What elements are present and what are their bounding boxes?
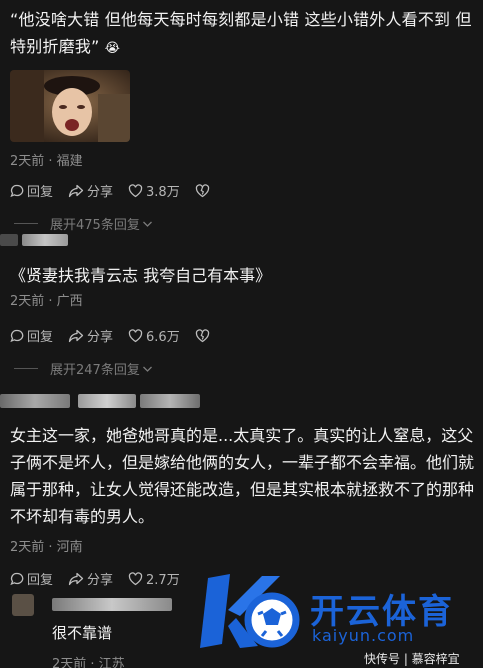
comment-item: 女主这一家，她爸她哥真的是...太真实了。真实的让人窒息，这父子俩不是坏人，但是…	[0, 386, 483, 588]
divider-line	[14, 368, 38, 369]
chevron-down-icon	[142, 366, 152, 372]
brand-site: kaiyun.com	[312, 626, 415, 645]
expand-replies-button[interactable]: 展开247条回复	[0, 359, 483, 378]
comment-meta: 2天前 · 广西	[10, 294, 83, 309]
blurred-name	[140, 394, 200, 408]
reply-icon	[10, 572, 24, 585]
blurred-avatar	[12, 594, 34, 616]
reply-button[interactable]: 回复	[10, 326, 53, 345]
comment-meta: 2天前 · 福建	[10, 154, 83, 169]
comment-meta: 2天前 · 河南	[10, 540, 83, 555]
watermark: 开云体育 kaiyun.com 快传号 | 慕容梓宜	[200, 566, 480, 668]
comment-item: 《贤妻扶我青云志 我夸自己有本事》 2天前 · 广西 回复 分享 6.6万 展开…	[0, 228, 483, 378]
username-blurred	[0, 228, 483, 248]
reply-icon	[10, 184, 24, 197]
username-blurred	[0, 386, 483, 408]
share-icon	[68, 184, 84, 197]
heart-icon	[128, 183, 143, 197]
heart-icon	[128, 571, 143, 585]
divider-line	[14, 223, 38, 224]
crying-emoji: 😭	[104, 41, 121, 56]
share-icon	[68, 572, 84, 585]
broken-heart-icon	[195, 328, 209, 342]
like-button[interactable]: 2.7万	[128, 569, 180, 588]
comment-actions: 回复 分享 6.6万	[0, 326, 483, 345]
blurred-name	[52, 598, 172, 611]
heart-icon	[128, 328, 143, 342]
comment-image[interactable]	[10, 70, 130, 142]
broken-heart-icon	[195, 183, 209, 197]
comment-item: “他没啥大错 但他每天每时每刻都是小错 这些小错外人看不到 但特别折磨我” 😭	[0, 0, 483, 233]
reply-button[interactable]: 回复	[10, 181, 53, 200]
blurred-avatar	[0, 394, 70, 408]
chevron-down-icon	[142, 221, 152, 227]
source-credit: 快传号 | 慕容梓宜	[364, 652, 460, 666]
share-button[interactable]: 分享	[68, 326, 113, 345]
blurred-name	[78, 394, 136, 408]
comment-text: “他没啥大错 但他每天每时每刻都是小错 这些小错外人看不到 但特别折磨我” 😭	[10, 10, 472, 56]
blurred-avatar	[0, 234, 18, 246]
comment-text: 女主这一家，她爸她哥真的是...太真实了。真实的让人窒息，这父子俩不是坏人，但是…	[10, 426, 475, 526]
dislike-button[interactable]	[195, 328, 213, 343]
comment-actions: 回复 分享 3.8万	[10, 181, 483, 200]
dislike-button[interactable]	[195, 183, 213, 198]
share-button[interactable]: 分享	[68, 181, 113, 200]
reply-button[interactable]: 回复	[10, 569, 53, 588]
reply-icon	[10, 329, 24, 342]
comment-page: “他没啥大错 但他每天每时每刻都是小错 这些小错外人看不到 但特别折磨我” 😭	[0, 0, 483, 668]
blurred-name	[22, 234, 68, 246]
like-button[interactable]: 6.6万	[128, 326, 180, 345]
comment-text: 《贤妻扶我青云志 我夸自己有本事》	[10, 266, 272, 285]
like-button[interactable]: 3.8万	[128, 181, 180, 200]
share-button[interactable]: 分享	[68, 569, 113, 588]
kaiyun-logo	[200, 574, 300, 648]
share-icon	[68, 329, 84, 342]
